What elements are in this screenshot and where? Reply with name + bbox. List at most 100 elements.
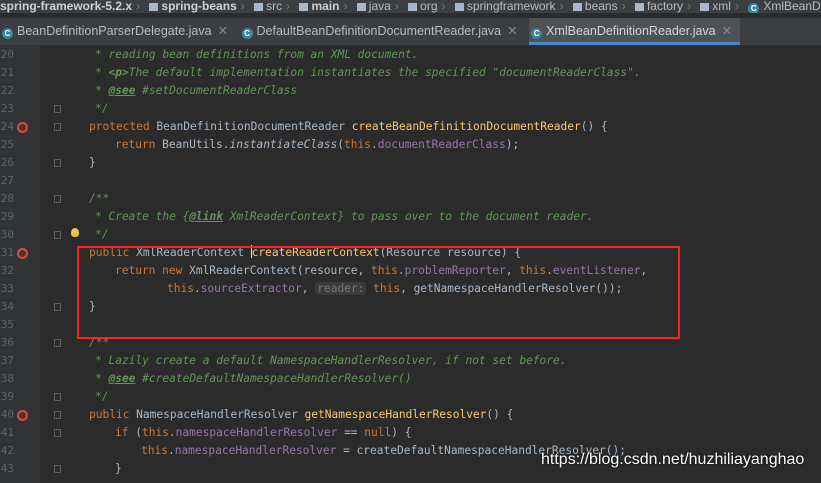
override-icon[interactable]	[17, 410, 28, 421]
line-number: 35	[0, 318, 14, 331]
editor-tab-bar: C BeanDefinitionParserDelegate.java ✕ C Def…	[0, 18, 821, 46]
javadoc-comment: *	[95, 84, 109, 97]
javadoc-tag: @link	[189, 210, 223, 223]
line-number: 41	[0, 426, 14, 439]
override-icon[interactable]	[17, 248, 28, 259]
javadoc-comment: The default implementation instantiates …	[128, 66, 641, 79]
breadcrumb-project[interactable]: spring-framework-5.2.x	[0, 0, 132, 13]
fold-icon[interactable]	[54, 105, 61, 113]
javadoc-tag: <p>	[108, 66, 129, 79]
class-icon: C	[2, 28, 13, 39]
code-text: }	[115, 462, 122, 475]
folder-icon	[254, 2, 264, 11]
fold-icon[interactable]	[54, 123, 61, 131]
tab-label: XmlBeanDefinitionReader.java	[546, 24, 716, 38]
javadoc-comment: XmlReaderContext} to pass over to the do…	[222, 210, 594, 223]
close-icon[interactable]: ✕	[218, 24, 228, 38]
breadcrumb-xml[interactable]: xml	[712, 0, 731, 13]
folder-icon	[408, 2, 418, 11]
breadcrumb-separator: ›	[621, 0, 626, 13]
keyword: this	[344, 138, 371, 151]
line-number: 29	[0, 210, 14, 223]
fold-icon[interactable]	[54, 393, 61, 401]
line-number: 21	[0, 66, 14, 79]
breadcrumb-module[interactable]: spring-beans	[161, 0, 236, 13]
tab-label: DefaultBeanDefinitionDocumentReader.java	[256, 24, 502, 38]
line-number: 23	[0, 102, 14, 115]
fold-icon[interactable]	[54, 339, 61, 347]
fold-icon[interactable]	[54, 465, 61, 473]
code-line: 25 return BeanUtils.instantiateClass(thi…	[0, 136, 821, 154]
line-number: 22	[0, 84, 14, 97]
tab-default-bean-definition-document-reader[interactable]: C DefaultBeanDefinitionDocumentReader.jav…	[240, 18, 526, 45]
code-text: ==	[337, 426, 365, 439]
code-line: 28 /**	[0, 190, 821, 208]
breadcrumb-bar: spring-framework-5.2.x › spring-beans › sr…	[0, 0, 821, 13]
breadcrumb-java[interactable]: java	[369, 0, 391, 13]
javadoc-comment: #createDefaultNamespaceHandlerResolver()	[135, 372, 412, 385]
code-editor[interactable]: 20 * reading bean definitions from an XM…	[0, 46, 821, 483]
javadoc-tag: @see	[108, 84, 136, 97]
code-text: .	[371, 138, 378, 151]
breadcrumb-separator: ›	[240, 0, 245, 13]
code-line: 24 protected BeanDefinitionDocumentReade…	[0, 118, 821, 136]
line-number: 37	[0, 354, 14, 367]
breadcrumb-main[interactable]: main	[311, 0, 339, 13]
breadcrumb-org[interactable]: org	[420, 0, 437, 13]
close-icon[interactable]: ✕	[507, 24, 517, 38]
code-line: 39 */	[0, 388, 821, 406]
breadcrumb-beans[interactable]: beans	[585, 0, 618, 13]
breadcrumb-src[interactable]: src	[266, 0, 282, 13]
override-icon[interactable]	[17, 122, 28, 133]
fold-icon[interactable]	[54, 411, 61, 419]
code-line: 22 * @see #setDocumentReaderClass	[0, 82, 821, 100]
breadcrumb-factory[interactable]: factory	[647, 0, 683, 13]
code-line: 37 * Lazily create a default NamespaceHa…	[0, 352, 821, 370]
folder-icon	[149, 2, 159, 11]
class-icon: C	[241, 28, 253, 39]
fold-icon[interactable]	[54, 303, 61, 311]
code-line: 41 if (this.namespaceHandlerResolver == …	[0, 424, 821, 442]
line-number: 25	[0, 138, 14, 151]
tab-xml-bean-definition-reader[interactable]: C XmlBeanDefinitionReader.java ✕	[529, 18, 741, 45]
javadoc-comment: */	[95, 228, 109, 241]
breadcrumb-springframework[interactable]: springframework	[467, 0, 556, 13]
line-number: 26	[0, 156, 14, 169]
keyword: return	[115, 138, 156, 151]
line-number: 43	[0, 462, 14, 475]
code-text: );	[505, 138, 520, 151]
line-number: 32	[0, 264, 14, 277]
method-name: getNamespaceHandlerResolver	[304, 408, 487, 421]
tab-bean-definition-parser-delegate[interactable]: C BeanDefinitionParserDelegate.java ✕	[0, 18, 236, 45]
javadoc-comment: */	[95, 390, 109, 403]
line-number: 24	[0, 120, 14, 133]
javadoc-comment: #setDocumentReaderClass	[135, 84, 298, 97]
line-number: 39	[0, 390, 14, 403]
javadoc-comment: */	[95, 102, 109, 115]
type-name: BeanDefinitionDocumentReader	[149, 120, 352, 133]
breadcrumb-separator: ›	[559, 0, 564, 13]
type-name: NamespaceHandlerResolver	[129, 408, 305, 421]
code-line: 38 * @see #createDefaultNamespaceHandler…	[0, 370, 821, 388]
fold-icon[interactable]	[54, 195, 61, 203]
keyword: this	[141, 444, 168, 457]
code-line: 40 public NamespaceHandlerResolver getNa…	[0, 406, 821, 424]
keyword: if	[115, 426, 129, 439]
fold-icon[interactable]	[54, 159, 61, 167]
code-text: }	[89, 156, 96, 169]
lightbulb-icon[interactable]	[71, 228, 79, 237]
breadcrumb-class[interactable]: XmlBeanDefiniti	[763, 0, 821, 13]
javadoc-comment: * reading bean definitions from an XML d…	[95, 48, 419, 61]
fold-icon[interactable]	[54, 231, 61, 239]
line-number: 27	[0, 174, 14, 187]
breadcrumb-separator: ›	[394, 0, 399, 13]
class-icon: C	[748, 3, 760, 13]
fold-icon[interactable]	[54, 429, 61, 437]
code-text: .	[168, 426, 176, 439]
close-icon[interactable]: ✕	[722, 24, 732, 38]
breadcrumb-separator: ›	[136, 0, 141, 13]
keyword: public	[89, 408, 130, 421]
line-number: 20	[0, 48, 14, 61]
javadoc-comment: *	[95, 372, 109, 385]
line-number: 28	[0, 192, 14, 205]
